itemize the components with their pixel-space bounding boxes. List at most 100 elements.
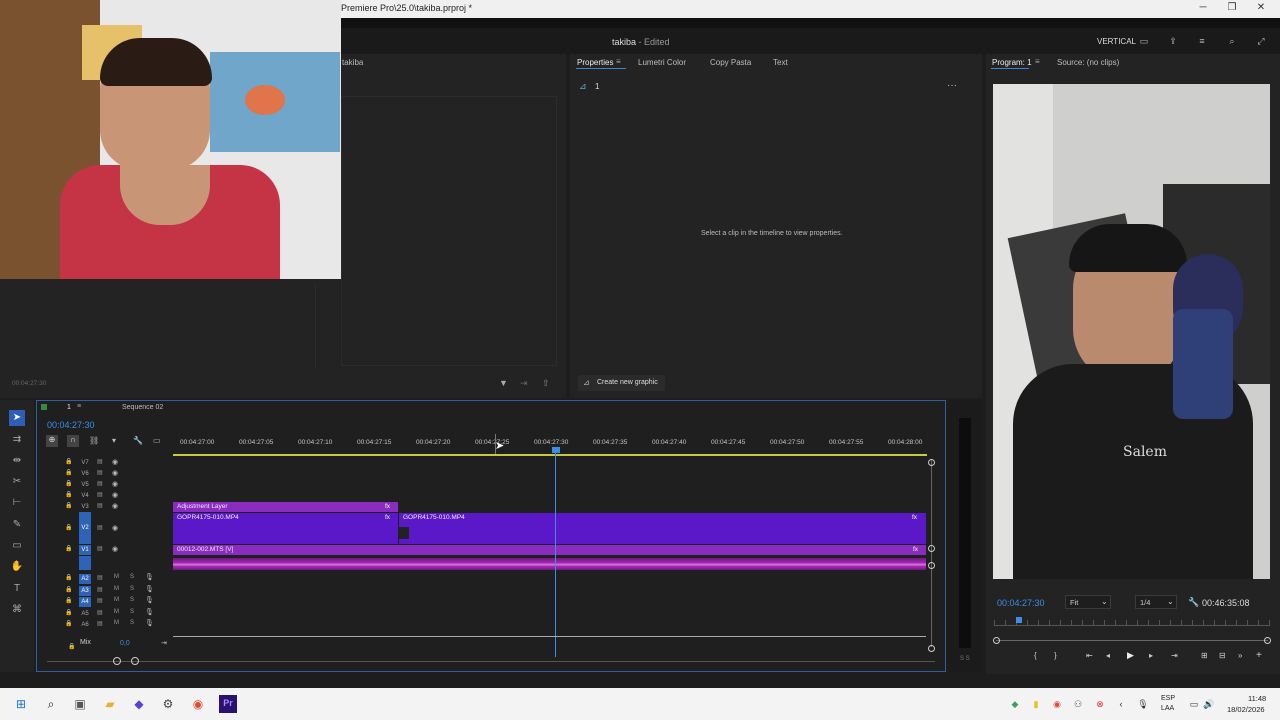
sync-lock-icon[interactable]: ▤ <box>97 620 103 627</box>
tab-sequence-1[interactable]: 1 <box>67 404 71 411</box>
resolution-select[interactable]: 1/4 ⌄ <box>1135 595 1177 609</box>
track-select-tool-icon[interactable]: ⇉ <box>9 432 25 448</box>
taskbar-search-icon[interactable]: ⌕ <box>43 696 59 712</box>
marker-icon[interactable]: ▾ <box>112 436 116 445</box>
solo-button[interactable]: S <box>130 620 134 626</box>
v-scroll-handle-audio[interactable] <box>928 562 935 569</box>
snap-icon[interactable]: ∩ <box>67 435 79 447</box>
filter-icon[interactable]: ▼ <box>499 378 508 388</box>
voiceover-record-icon[interactable]: 🎙 <box>145 619 154 627</box>
play-icon[interactable]: ▶ <box>1127 650 1134 661</box>
solo-button[interactable]: S <box>130 574 134 580</box>
tab-project[interactable]: takiba <box>342 58 363 67</box>
video-track-header[interactable]: 🔒 V5 ▤ ◉ <box>37 479 173 490</box>
video-track-header[interactable]: 🔒 V1 ▤ ◉ <box>37 544 173 555</box>
track-lock-icon[interactable]: 🔒 <box>65 491 72 498</box>
pen-tool-icon[interactable]: ✎ <box>9 517 25 533</box>
track-lock-icon[interactable]: 🔒 <box>65 524 72 531</box>
video-track-header[interactable]: 🔒 V7 ▤ ◉ <box>37 457 173 468</box>
video-track-header[interactable]: 🔒 V4 ▤ ◉ <box>37 490 173 501</box>
track-lock-icon[interactable]: 🔒 <box>65 545 72 552</box>
track-visibility-eye-icon[interactable]: ◉ <box>112 502 118 510</box>
workspace-layout-label[interactable]: VERTICAL <box>1097 37 1136 46</box>
track-visibility-eye-icon[interactable]: ◉ <box>112 524 118 532</box>
clock-time[interactable]: 11:48 <box>1248 694 1266 703</box>
zoom-handle-right[interactable] <box>1264 637 1271 644</box>
mute-button[interactable]: M <box>114 586 119 592</box>
voiceover-record-icon[interactable]: 🎙 <box>145 585 154 593</box>
properties-menu-icon[interactable]: ≡ <box>616 57 621 66</box>
tray-chrome-icon[interactable]: ◉ <box>1049 696 1065 712</box>
track-lock-icon[interactable]: 🔒 <box>65 574 72 581</box>
track-target-label[interactable]: V7 <box>79 458 91 468</box>
mute-button[interactable]: M <box>114 597 119 603</box>
wrench-icon[interactable]: 🔧 <box>1188 597 1199 608</box>
tray-people-icon[interactable]: ⚇ <box>1070 696 1086 712</box>
share-icon[interactable]: ⇪ <box>1168 36 1178 46</box>
rectangle-tool-icon[interactable]: ▭ <box>9 538 25 554</box>
track-visibility-eye-icon[interactable]: ◉ <box>112 545 118 553</box>
track-target-label[interactable]: A6 <box>79 620 91 630</box>
mute-button[interactable]: M <box>114 620 119 626</box>
mute-button[interactable]: M <box>114 609 119 615</box>
close-button[interactable]: ✕ <box>1254 2 1268 16</box>
sync-lock-icon[interactable]: ▤ <box>97 458 103 465</box>
go-to-in-icon[interactable]: ⇤ <box>1086 651 1093 660</box>
chrome-icon[interactable]: ◉ <box>190 696 206 712</box>
vertical-scrollbar[interactable] <box>931 459 932 647</box>
audio-track-header[interactable]: 🔒 A3 ▤ M S 🎙 <box>37 585 173 596</box>
solo-button[interactable]: S <box>130 597 134 603</box>
remix-tool-icon[interactable]: ⌘ <box>9 602 25 618</box>
sync-lock-icon[interactable]: ▤ <box>97 609 103 616</box>
sync-lock-icon[interactable]: ▤ <box>97 469 103 476</box>
more-controls-icon[interactable]: » <box>1238 651 1242 660</box>
timeline-timecode[interactable]: 00:04:27:30 <box>47 420 95 430</box>
v-scroll-handle-mid[interactable] <box>928 545 935 552</box>
tray-chevron-icon[interactable]: ‹ <box>1113 696 1129 712</box>
maximize-button[interactable]: ❐ <box>1225 2 1239 16</box>
sync-lock-icon[interactable]: ▤ <box>97 491 103 498</box>
track-target-label[interactable]: A2 <box>79 574 91 584</box>
mix-value[interactable]: 0,0 <box>120 640 130 647</box>
track-lock-icon[interactable]: 🔒 <box>65 469 72 476</box>
settings-wrench-icon[interactable]: 🔧 <box>133 436 143 445</box>
voiceover-record-icon[interactable]: 🎙 <box>145 573 154 581</box>
go-to-out-icon[interactable]: ⇥ <box>1171 651 1178 660</box>
audio-track-header[interactable]: 🔒 A4 ▤ M S 🎙 <box>37 596 173 607</box>
tab-text[interactable]: Text <box>773 58 788 67</box>
tray-app-icon[interactable]: ◆ <box>1007 696 1023 712</box>
solo-button[interactable]: S <box>130 609 134 615</box>
microphone-icon[interactable]: 🎙 <box>1135 696 1151 712</box>
track-target-label[interactable]: V1 <box>79 545 91 555</box>
track-lock-icon[interactable]: 🔒 <box>65 502 72 509</box>
mark-out-icon[interactable]: } <box>1054 651 1057 660</box>
track-target-label[interactable]: A3 <box>79 585 91 596</box>
sync-lock-icon[interactable]: ▤ <box>97 586 103 593</box>
track-visibility-eye-icon[interactable]: ◉ <box>112 458 118 466</box>
track-target-label[interactable]: V5 <box>79 480 91 490</box>
a1-source-patch[interactable] <box>79 556 91 570</box>
zoom-bar[interactable] <box>996 640 1268 641</box>
audio-track-header[interactable]: 🔒 A6 ▤ M S 🎙 <box>37 619 173 630</box>
step-forward-icon[interactable]: ▸ <box>1149 651 1153 660</box>
ripple-edit-tool-icon[interactable]: ⇹ <box>9 453 25 469</box>
gopr-clip-a[interactable]: GOPR4175-010.MP4 fx <box>173 513 398 544</box>
mute-button[interactable]: M <box>114 574 119 580</box>
to-end-icon[interactable]: ⇥ <box>161 639 167 647</box>
nest-toggle-icon[interactable]: ⊕ <box>46 435 58 447</box>
sync-lock-icon[interactable]: ▤ <box>97 545 103 552</box>
program-scrubber-ruler[interactable] <box>994 620 1270 626</box>
h-scroll-handle-left[interactable] <box>113 657 121 665</box>
v1-clip[interactable]: 00012-002.MTS [V] fx <box>173 545 926 555</box>
export-icon[interactable]: ⇧ <box>542 378 550 389</box>
automate-icon[interactable]: ⇥ <box>520 378 528 389</box>
display-icon[interactable]: ▭ <box>1186 696 1202 712</box>
tray-notes-icon[interactable]: ▮ <box>1028 696 1044 712</box>
settings-icon[interactable]: ⚙ <box>160 696 176 712</box>
audio-track-header[interactable]: 🔒 A5 ▤ M S 🎙 <box>37 608 173 619</box>
sync-lock-icon[interactable]: ▤ <box>97 597 103 604</box>
tray-alert-icon[interactable]: ⊗ <box>1092 696 1108 712</box>
tab-copy-pasta[interactable]: Copy Pasta <box>710 58 751 67</box>
minimize-button[interactable]: ─ <box>1196 2 1210 16</box>
selection-tool-icon[interactable]: ➤ <box>9 410 25 426</box>
